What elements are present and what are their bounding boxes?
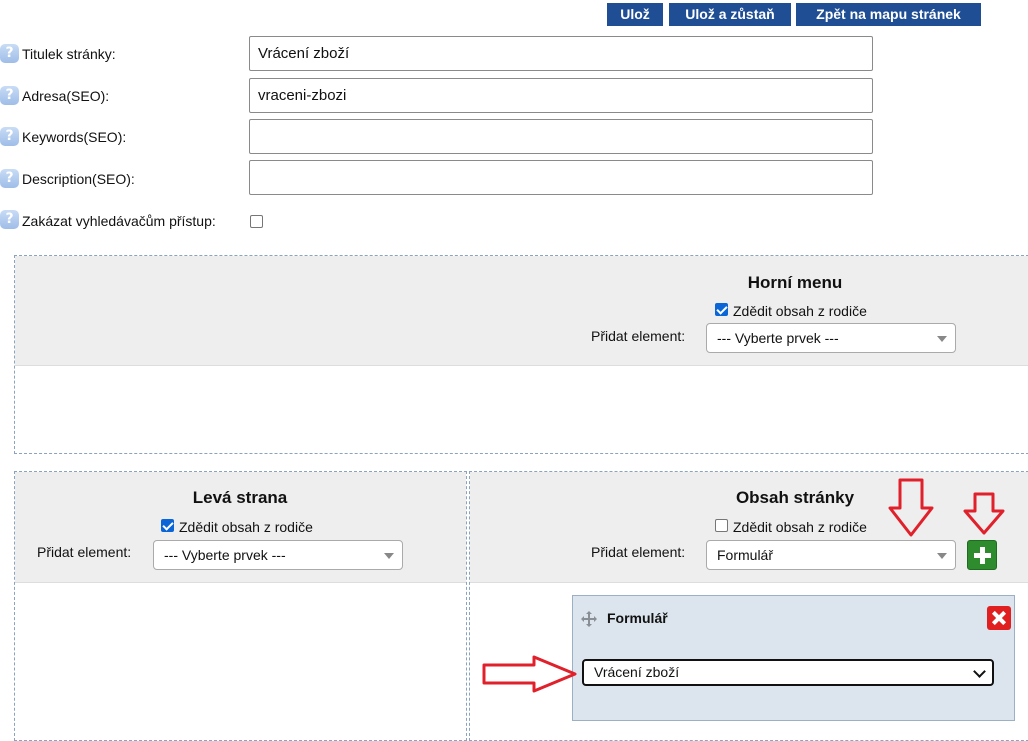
chevron-down-icon xyxy=(973,665,986,678)
help-icon[interactable]: ? xyxy=(0,169,19,188)
form-select-value: Vrácení zboží xyxy=(594,664,680,680)
annotation-arrow-down-icon xyxy=(888,478,934,537)
add-element-button[interactable] xyxy=(967,540,997,570)
noindex-checkbox[interactable] xyxy=(250,215,263,228)
help-icon[interactable]: ? xyxy=(0,127,19,146)
top-menu-panel: Horní menu Zdědit obsah z rodiče Přidat … xyxy=(14,255,1028,454)
help-icon[interactable]: ? xyxy=(0,86,19,105)
top-menu-element-select[interactable]: --- Vyberte prvek --- xyxy=(706,323,956,353)
left-side-element-select[interactable]: --- Vyberte prvek --- xyxy=(153,540,403,570)
address-input[interactable] xyxy=(249,78,873,113)
noindex-label: Zakázat vyhledávačům přístup: xyxy=(22,213,216,229)
left-side-add-label: Přidat element: xyxy=(37,544,132,560)
top-menu-inherit-checkbox[interactable] xyxy=(715,303,728,316)
left-side-title: Levá strana xyxy=(192,488,288,507)
top-menu-select-value: --- Vyberte prvek --- xyxy=(717,330,839,346)
delete-element-button[interactable] xyxy=(987,606,1011,630)
left-side-header: Levá strana Zdědit obsah z rodiče Přidat… xyxy=(15,472,466,583)
page-content-inherit-checkbox[interactable] xyxy=(715,519,728,532)
form-element-box: Formulář Vrácení zboží xyxy=(572,595,1015,721)
back-to-sitemap-button[interactable]: Zpět na mapu stránek xyxy=(796,3,981,26)
title-input[interactable] xyxy=(249,36,873,71)
left-side-inherit-label: Zdědit obsah z rodiče xyxy=(179,519,313,535)
description-label: Description(SEO): xyxy=(22,171,135,187)
top-menu-add-label: Přidat element: xyxy=(591,328,686,344)
top-menu-title: Horní menu xyxy=(747,273,843,292)
description-input[interactable] xyxy=(249,160,873,195)
page-content-inherit-label: Zdědit obsah z rodiče xyxy=(733,519,867,535)
page-content-add-label: Přidat element: xyxy=(591,544,686,560)
move-icon[interactable] xyxy=(580,610,598,628)
title-label: Titulek stránky: xyxy=(22,46,116,62)
top-menu-inherit-label: Zdědit obsah z rodiče xyxy=(733,303,867,319)
address-label: Adresa(SEO): xyxy=(22,88,110,104)
page-content-element-select[interactable]: Formulář xyxy=(706,540,956,570)
page-content-select-value: Formulář xyxy=(717,547,774,563)
keywords-input[interactable] xyxy=(249,119,873,154)
page-content-title: Obsah stránky xyxy=(735,488,855,507)
left-side-panel: Levá strana Zdědit obsah z rodiče Přidat… xyxy=(14,471,467,741)
keywords-label: Keywords(SEO): xyxy=(22,129,127,145)
left-side-select-value: --- Vyberte prvek --- xyxy=(164,547,286,563)
top-menu-header: Horní menu Zdědit obsah z rodiče Přidat … xyxy=(15,256,1028,366)
dropdown-arrow-icon xyxy=(937,553,947,559)
help-icon[interactable]: ? xyxy=(0,210,19,229)
form-select[interactable]: Vrácení zboží xyxy=(582,659,994,686)
save-button[interactable]: Ulož xyxy=(607,3,663,26)
dropdown-arrow-icon xyxy=(384,553,394,559)
save-and-stay-button[interactable]: Ulož a zůstaň xyxy=(669,3,791,26)
left-side-inherit-checkbox[interactable] xyxy=(161,519,174,532)
help-icon[interactable]: ? xyxy=(0,44,19,63)
dropdown-arrow-icon xyxy=(937,336,947,342)
form-element-title: Formulář xyxy=(607,610,668,626)
annotation-arrow-right-icon xyxy=(482,655,577,693)
page-content-header: Obsah stránky Zdědit obsah z rodiče Přid… xyxy=(470,472,1028,583)
annotation-arrow-down-icon xyxy=(963,492,1005,535)
